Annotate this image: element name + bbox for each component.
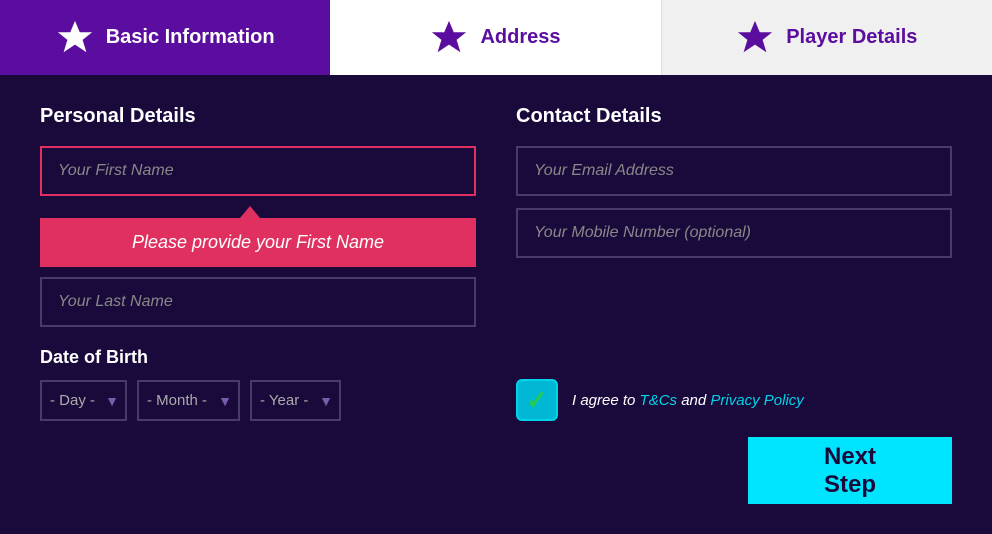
dob-selects: - Day - ▼ - Month - ▼ - Year - ▼ xyxy=(40,380,476,421)
agreement-text: I agree to T&Cs and Privacy Policy xyxy=(572,392,804,409)
year-select[interactable]: - Year - xyxy=(250,380,341,421)
right-bottom: ✓ I agree to T&Cs and Privacy Policy Nex… xyxy=(516,359,952,504)
step-3-number: 3 xyxy=(750,27,760,48)
agreement-row: ✓ I agree to T&Cs and Privacy Policy xyxy=(516,359,952,421)
day-select-wrapper: - Day - ▼ xyxy=(40,380,127,421)
steps-header: 1 Basic Information 2 Address 3 Player D… xyxy=(0,0,992,75)
agreement-checkbox[interactable]: ✓ xyxy=(516,379,558,421)
contact-details-title: Contact Details xyxy=(516,105,952,128)
mobile-wrapper xyxy=(516,208,952,258)
step-1-icon: 1 xyxy=(56,19,94,57)
email-input[interactable] xyxy=(516,146,952,196)
error-message: Please provide your First Name xyxy=(40,218,476,267)
main-content: Personal Details Please provide your Fir… xyxy=(0,75,992,534)
next-step-wrapper: Next Step xyxy=(516,437,952,504)
step-1[interactable]: 1 Basic Information xyxy=(0,0,330,75)
step-2-number: 2 xyxy=(444,27,454,48)
privacy-link[interactable]: Privacy Policy xyxy=(710,392,803,409)
step-1-number: 1 xyxy=(70,27,80,48)
last-name-input[interactable] xyxy=(40,277,476,327)
year-select-wrapper: - Year - ▼ xyxy=(250,380,341,421)
terms-link[interactable]: T&Cs xyxy=(640,392,678,409)
step-3[interactable]: 3 Player Details xyxy=(662,0,992,75)
error-wrapper: Please provide your First Name xyxy=(40,206,476,267)
next-step-button[interactable]: Next Step xyxy=(748,437,952,504)
step-2-icon: 2 xyxy=(430,19,468,57)
month-select-wrapper: - Month - ▼ xyxy=(137,380,240,421)
step-3-icon: 3 xyxy=(736,19,774,57)
right-panel: Contact Details ✓ I agree to T&Cs and Pr… xyxy=(516,105,952,504)
first-name-input[interactable] xyxy=(40,146,476,196)
email-wrapper xyxy=(516,146,952,196)
step-1-label: Basic Information xyxy=(106,26,275,49)
step-3-label: Player Details xyxy=(786,26,917,49)
agreement-text-middle: and xyxy=(677,392,710,409)
error-arrow xyxy=(240,206,260,218)
personal-details-title: Personal Details xyxy=(40,105,476,128)
step-2[interactable]: 2 Address xyxy=(330,0,661,75)
mobile-input[interactable] xyxy=(516,208,952,258)
agreement-text-before: I agree to xyxy=(572,392,640,409)
dob-title: Date of Birth xyxy=(40,347,476,368)
last-name-wrapper xyxy=(40,277,476,327)
dob-section: Date of Birth - Day - ▼ - Month - ▼ - xyxy=(40,347,476,421)
step-2-label: Address xyxy=(480,26,560,49)
month-select[interactable]: - Month - xyxy=(137,380,240,421)
left-panel: Personal Details Please provide your Fir… xyxy=(40,105,476,504)
checkmark-icon: ✓ xyxy=(526,385,548,416)
day-select[interactable]: - Day - xyxy=(40,380,127,421)
